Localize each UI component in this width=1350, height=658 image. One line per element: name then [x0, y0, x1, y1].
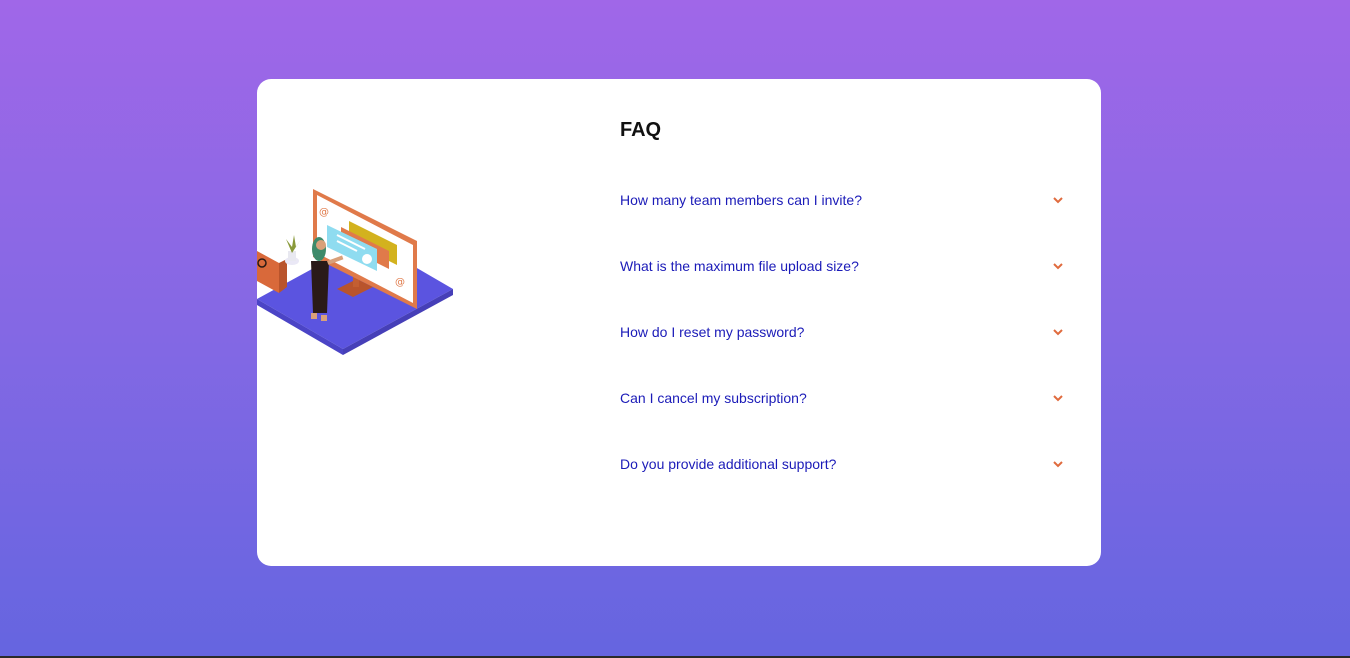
chevron-down-icon[interactable] [1052, 458, 1064, 470]
faq-question[interactable]: What is the maximum file upload size? [620, 256, 859, 276]
faq-question[interactable]: Can I cancel my subscription? [620, 388, 807, 408]
faq-item-team-members[interactable]: How many team members can I invite? [620, 190, 1064, 210]
svg-text:@: @ [395, 277, 405, 288]
svg-text:@: @ [319, 207, 329, 218]
faq-item-file-upload[interactable]: What is the maximum file upload size? [620, 256, 1064, 276]
chevron-down-icon[interactable] [1052, 260, 1064, 272]
faq-question[interactable]: How do I reset my password? [620, 322, 804, 342]
faq-item-cancel-subscription[interactable]: Can I cancel my subscription? [620, 388, 1064, 408]
chevron-down-icon[interactable] [1052, 194, 1064, 206]
faq-item-additional-support[interactable]: Do you provide additional support? [620, 454, 1064, 474]
illustration-svg: @ @ [257, 189, 453, 355]
chevron-down-icon[interactable] [1052, 392, 1064, 404]
faq-question[interactable]: How many team members can I invite? [620, 190, 862, 210]
faq-question[interactable]: Do you provide additional support? [620, 454, 836, 474]
faq-card: @ @ FAQ How many team members can I invi… [257, 79, 1101, 566]
page-title: FAQ [620, 119, 662, 141]
chevron-down-icon[interactable] [1052, 326, 1064, 338]
faq-item-reset-password[interactable]: How do I reset my password? [620, 322, 1064, 342]
faq-list: How many team members can I invite? What… [620, 190, 1064, 474]
woman-at-computer-illustration: @ @ [257, 179, 477, 379]
faq-section: FAQ How many team members can I invite? … [620, 117, 1064, 520]
